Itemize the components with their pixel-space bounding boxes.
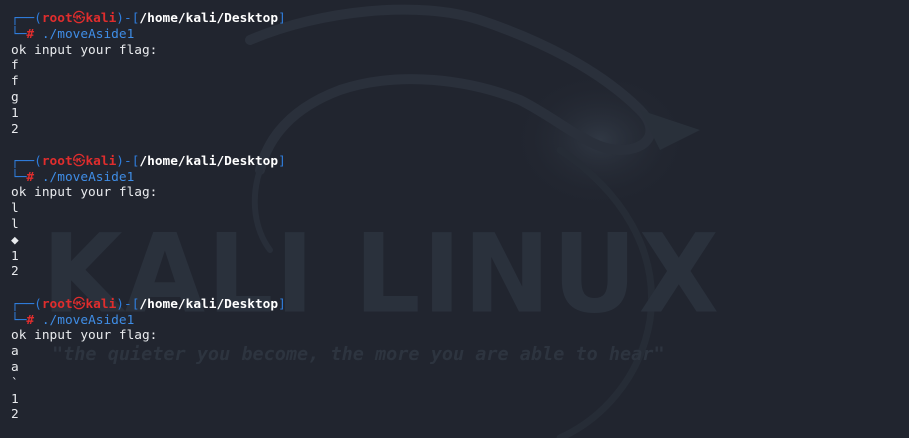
prompt-host: kali	[85, 296, 117, 312]
terminal-session: ┌──(root㉿kali)-[/home/kali/Desktop] └─# …	[11, 11, 909, 137]
prompt-cwd: /home/kali/Desktop	[139, 153, 279, 169]
prompt-line: ┌──(root㉿kali)-[/home/kali/Desktop]	[11, 153, 286, 169]
output-line: 1	[11, 391, 19, 407]
command-line: └─# ./moveAside1	[11, 312, 135, 328]
output-line: f	[11, 74, 19, 90]
command-text: ./moveAside1	[34, 169, 135, 185]
command-line: └─# ./moveAside1	[11, 26, 135, 42]
output-line: `	[11, 375, 19, 391]
terminal-session: ┌──(root㉿kali)-[/home/kali/Desktop] └─# …	[11, 154, 909, 280]
output-line: f	[11, 58, 19, 74]
terminal-output[interactable]: ┌──(root㉿kali)-[/home/kali/Desktop] └─# …	[11, 11, 909, 423]
prompt-user: root	[41, 11, 73, 26]
command-line: └─# ./moveAside1	[11, 169, 135, 185]
output-line: 2	[11, 407, 19, 423]
prompt-line: ┌──(root㉿kali)-[/home/kali/Desktop]	[11, 296, 286, 312]
output-line: g	[11, 89, 19, 105]
prompt-cwd: /home/kali/Desktop	[139, 11, 279, 26]
output-line: a	[11, 344, 19, 360]
output-line: l	[11, 201, 19, 217]
output-line: l	[11, 217, 19, 233]
prompt-hash: #	[26, 169, 35, 185]
output-line: ok input your flag:	[11, 42, 158, 58]
prompt-line: ┌──(root㉿kali)-[/home/kali/Desktop]	[11, 11, 286, 26]
output-line: ok input your flag:	[11, 328, 158, 344]
skull-icon: ㉿	[72, 11, 86, 26]
output-line: 1	[11, 248, 19, 264]
output-line: 2	[11, 264, 19, 280]
prompt-user: root	[41, 153, 73, 169]
command-text: ./moveAside1	[34, 26, 135, 42]
skull-icon: ㉿	[72, 296, 86, 312]
output-line: ◆	[11, 232, 19, 248]
prompt-user: root	[41, 296, 73, 312]
prompt-hash: #	[26, 312, 35, 328]
output-line: 2	[11, 121, 19, 137]
skull-icon: ㉿	[72, 153, 86, 169]
terminal-session: ┌──(root㉿kali)-[/home/kali/Desktop] └─# …	[11, 297, 909, 423]
output-line: 1	[11, 105, 19, 121]
prompt-hash: #	[26, 26, 35, 42]
prompt-cwd: /home/kali/Desktop	[139, 296, 279, 312]
prompt-host: kali	[85, 153, 117, 169]
command-text: ./moveAside1	[34, 312, 135, 328]
output-line: ok input your flag:	[11, 185, 158, 201]
prompt-host: kali	[85, 11, 117, 26]
output-line: a	[11, 359, 19, 375]
